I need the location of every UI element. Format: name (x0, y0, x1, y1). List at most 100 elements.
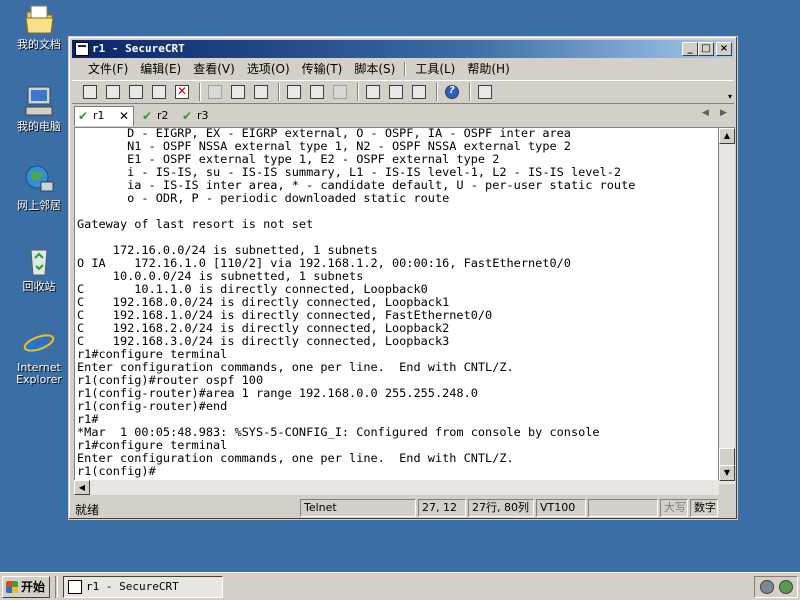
reconnect-button[interactable] (149, 83, 169, 101)
key-icon (412, 85, 426, 99)
tab-r2[interactable]: ✔ r2 (139, 107, 177, 126)
toolbar-separator (436, 83, 438, 101)
terminal-line: r1(config-router)#end (77, 399, 228, 413)
task-title: r1 - SecureCRT (86, 580, 179, 593)
status-cursor-position: 27, 12 (418, 499, 466, 517)
status-caps-lock: 大写 (660, 499, 688, 517)
find-button[interactable] (251, 83, 271, 101)
tab-r3[interactable]: ✔ r3 (179, 107, 219, 126)
quick-connect-button[interactable] (103, 83, 123, 101)
toolbar-chevron-icon[interactable]: ▾ (728, 92, 732, 101)
connected-check-icon: ✔ (182, 109, 193, 123)
paste-button[interactable] (228, 83, 248, 101)
tray-speaker-icon[interactable] (760, 580, 774, 594)
menu-transfer[interactable]: 传输(T) (296, 59, 349, 79)
status-num-lock: 数字 (690, 499, 718, 517)
terminal-text: D - EIGRP, EX - EIGRP external, O - OSPF… (77, 128, 635, 478)
tab-label: r2 (157, 109, 169, 122)
toolbar-separator (469, 83, 471, 101)
my-computer-icon (22, 84, 56, 118)
session-options-button[interactable] (363, 83, 383, 101)
tab-r1[interactable]: ✔ r1 ✕ (74, 106, 134, 126)
session-tabbar: ✔ r1 ✕ ✔ r2 ✔ r3 ◀ ▶ (72, 105, 734, 127)
copy-button[interactable] (205, 83, 225, 101)
status-ready: 就绪 (75, 503, 100, 517)
minimize-icon: _ (687, 43, 693, 54)
menu-help[interactable]: 帮助(H) (461, 59, 515, 79)
scroll-up-button[interactable]: ▲ (719, 128, 735, 144)
print-button[interactable] (284, 83, 304, 101)
desktop-icon-my-computer[interactable]: 我的电脑 (1, 84, 77, 133)
desktop-icon-label: 我的文档 (17, 38, 61, 51)
print-setup-button[interactable] (330, 83, 350, 101)
desktop-icon-internet-explorer[interactable]: e Internet Explorer (1, 324, 77, 386)
print-selection-button[interactable] (307, 83, 327, 101)
desktop-icon-my-documents[interactable]: 我的文档 (1, 2, 77, 51)
maximize-icon: □ (701, 43, 711, 54)
close-button[interactable]: × (716, 42, 732, 56)
menu-tools[interactable]: 工具(L) (409, 59, 461, 79)
binoculars-icon (254, 85, 268, 99)
menu-script[interactable]: 脚本(S) (348, 59, 401, 79)
securecrt-window: r1 - SecureCRT _ □ × 文件(F) 编辑(E) 查看(V) 选… (68, 36, 738, 520)
horizontal-scrollbar[interactable]: ◀ (74, 480, 719, 495)
network-places-icon (22, 163, 56, 197)
connected-check-icon: ✔ (142, 109, 153, 123)
session-options-icon (366, 85, 380, 99)
scroll-left-button[interactable]: ◀ (74, 480, 90, 495)
keymap-button[interactable] (409, 83, 429, 101)
status-screen-size: 27行, 80列 (468, 499, 534, 517)
desktop-icon-network-places[interactable]: 网上邻居 (1, 163, 77, 212)
global-options-button[interactable] (386, 83, 406, 101)
minimize-button[interactable]: _ (682, 42, 698, 56)
terminal-output[interactable]: D - EIGRP, EX - EIGRP external, O - OSPF… (74, 127, 719, 484)
close-icon: × (719, 43, 729, 54)
paste-icon (231, 85, 245, 99)
start-button[interactable]: 开始 (2, 576, 50, 598)
system-tray (754, 576, 798, 598)
menu-file[interactable]: 文件(F) (82, 59, 134, 79)
tab-label: r1 (93, 109, 105, 122)
tab-close-icon[interactable]: ✕ (119, 107, 129, 125)
menu-edit[interactable]: 编辑(E) (134, 59, 187, 79)
help-icon (445, 85, 459, 99)
print-icon (287, 85, 301, 99)
sftp-icon (478, 85, 492, 99)
tray-network-icon[interactable] (779, 580, 793, 594)
connect-button[interactable] (80, 83, 100, 101)
window-titlebar[interactable]: r1 - SecureCRT _ □ × (72, 40, 734, 58)
connect-in-tab-button[interactable] (126, 83, 146, 101)
connect-icon (83, 85, 97, 99)
maximize-button[interactable]: □ (698, 42, 714, 56)
tab-scroll-right-icon[interactable]: ▶ (720, 108, 727, 118)
terminal-line: o - ODR, P - periodic downloaded static … (77, 191, 450, 205)
disconnect-button[interactable] (172, 83, 192, 101)
desktop-icon-label-line2: Explorer (16, 373, 62, 386)
connected-check-icon: ✔ (78, 109, 89, 123)
taskbar-securecrt-button[interactable]: r1 - SecureCRT (63, 576, 223, 598)
tab-scroll-left-icon[interactable]: ◀ (702, 108, 709, 118)
window-title: r1 - SecureCRT (92, 42, 185, 55)
vertical-scrollbar[interactable]: ▲ ▼ (719, 127, 735, 484)
terminal-line: Enter configuration commands, one per li… (77, 451, 514, 465)
sftp-button[interactable] (475, 83, 495, 101)
toolbar: ▾ (72, 80, 734, 104)
windows-logo-icon (6, 581, 18, 593)
help-button[interactable] (442, 83, 462, 101)
recycle-bin-icon (22, 244, 56, 278)
my-documents-icon (22, 2, 56, 36)
internet-explorer-icon: e (22, 324, 56, 364)
disconnect-icon (175, 84, 189, 99)
scroll-down-button[interactable]: ▼ (719, 465, 735, 481)
desktop-icon-recycle-bin[interactable]: 回收站 (1, 244, 77, 293)
menu-view[interactable]: 查看(V) (187, 59, 241, 79)
copy-icon (208, 85, 222, 99)
status-protocol: Telnet (300, 499, 416, 517)
printer-icon (333, 85, 347, 99)
toolbar-separator (199, 83, 201, 101)
terminal-line: r1(config)# (77, 464, 156, 478)
menu-options[interactable]: 选项(O) (241, 59, 296, 79)
securecrt-app-icon[interactable] (75, 42, 89, 56)
status-emulation: VT100 (536, 499, 586, 517)
menubar: 文件(F) 编辑(E) 查看(V) 选项(O) 传输(T) 脚本(S) 工具(L… (72, 59, 734, 79)
